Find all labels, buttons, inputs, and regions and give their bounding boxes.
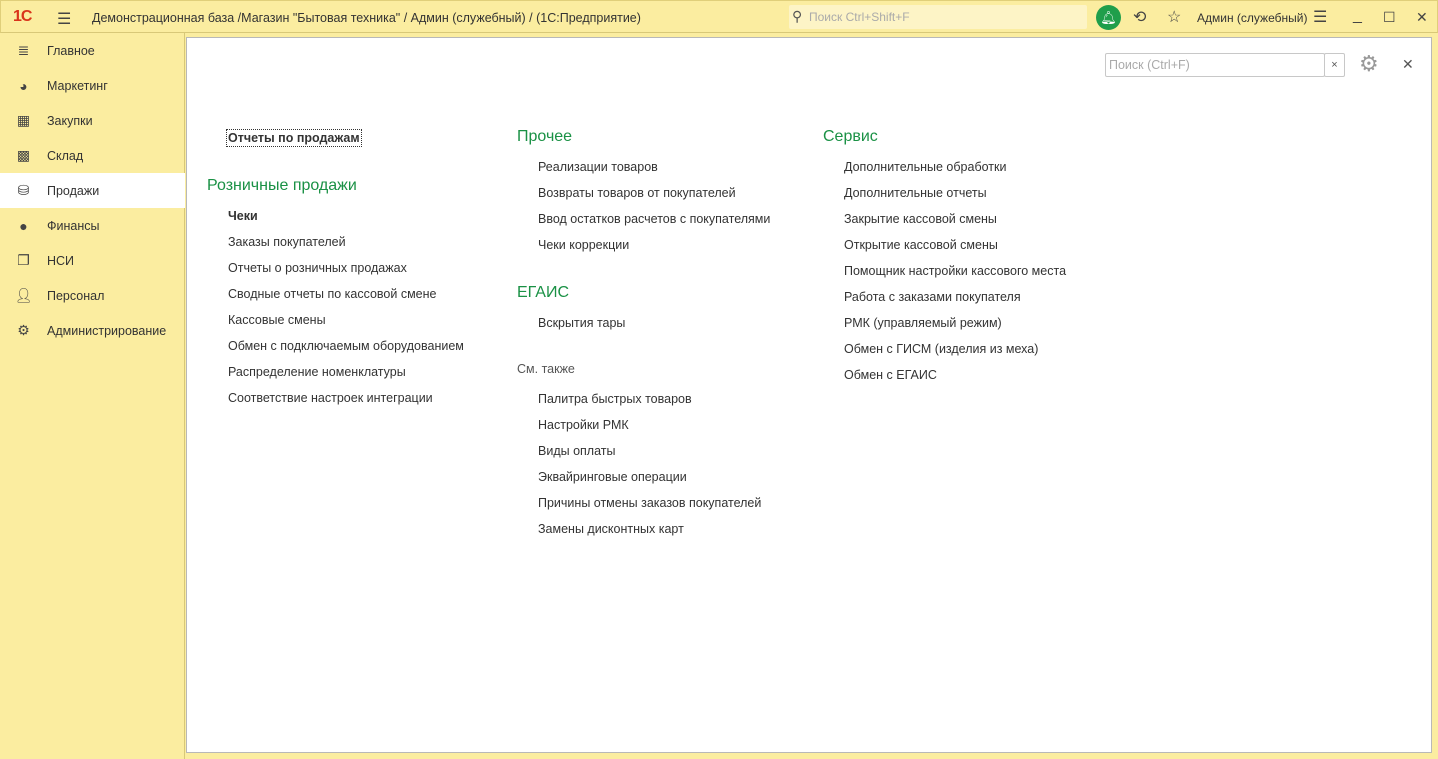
link-item[interactable]: Вскрытия тары bbox=[538, 316, 625, 330]
link-item[interactable]: Дополнительные отчеты bbox=[844, 186, 987, 200]
search-placeholder: Поиск Ctrl+Shift+F bbox=[809, 10, 910, 24]
panel-search-input[interactable]: Поиск (Ctrl+F) bbox=[1105, 53, 1325, 77]
link-item[interactable]: Помощник настройки кассового места bbox=[844, 264, 1066, 278]
sidebar-item-personnel[interactable]: 👤︎ Персонал bbox=[0, 278, 185, 313]
gear-icon: ⚙ bbox=[17, 322, 30, 338]
link-item[interactable]: Замены дисконтных карт bbox=[538, 522, 684, 536]
link-item[interactable]: Чеки bbox=[228, 209, 258, 223]
favorites-star-icon[interactable]: ☆ bbox=[1167, 7, 1181, 27]
link-item[interactable]: Отчеты о розничных продажах bbox=[228, 261, 407, 275]
link-item[interactable]: Возвраты товаров от покупателей bbox=[538, 186, 736, 200]
ruble-icon: ● bbox=[19, 217, 28, 234]
link-item[interactable]: Причины отмены заказов покупателей bbox=[538, 496, 761, 510]
see-also-label: См. также bbox=[517, 362, 575, 376]
link-item[interactable]: Ввод остатков расчетов с покупателями bbox=[538, 212, 770, 226]
link-item[interactable]: РМК (управляемый режим) bbox=[844, 316, 1002, 330]
pie-chart-icon: ◕ bbox=[19, 77, 28, 94]
title-bar: 1С ☰ Демонстрационная база /Магазин "Быт… bbox=[0, 0, 1438, 33]
link-item[interactable]: Чеки коррекции bbox=[538, 238, 629, 252]
history-icon[interactable]: ⟲ bbox=[1133, 7, 1146, 27]
section-panel: Поиск (Ctrl+F) × ⚙ ✕ Отчеты по продажам … bbox=[186, 37, 1432, 753]
menu-icon: ≣ bbox=[17, 42, 30, 58]
link-item[interactable]: Эквайринговые операции bbox=[538, 470, 687, 484]
link-item[interactable]: Обмен с ЕГАИС bbox=[844, 368, 937, 382]
link-item[interactable]: Открытие кассовой смены bbox=[844, 238, 998, 252]
sidebar-item-label: Закупки bbox=[47, 113, 93, 128]
link-item[interactable]: Дополнительные обработки bbox=[844, 160, 1006, 174]
person-icon: 👤︎ bbox=[14, 287, 33, 303]
link-item[interactable]: Реализации товаров bbox=[538, 160, 658, 174]
sidebar-item-label: Администрирование bbox=[47, 323, 167, 338]
link-item[interactable]: Палитра быстрых товаров bbox=[538, 392, 692, 406]
link-item[interactable]: Кассовые смены bbox=[228, 313, 326, 327]
link-item[interactable]: Виды оплаты bbox=[538, 444, 615, 458]
close-panel-button[interactable]: ✕ bbox=[1402, 56, 1414, 73]
link-item[interactable]: Сводные отчеты по кассовой смене bbox=[228, 287, 436, 301]
cart-icon: ▦ bbox=[16, 112, 31, 128]
search-placeholder: Поиск (Ctrl+F) bbox=[1109, 58, 1190, 72]
close-window-button[interactable]: ✕ bbox=[1416, 9, 1428, 26]
sidebar-item-label: Маркетинг bbox=[47, 78, 108, 93]
link-item[interactable]: Обмен с ГИСМ (изделия из меха) bbox=[844, 342, 1038, 356]
heading-retail: Розничные продажи bbox=[207, 177, 357, 194]
sidebar-item-main[interactable]: ≣ Главное bbox=[0, 33, 185, 68]
sidebar-item-warehouse[interactable]: ▩ Склад bbox=[0, 138, 185, 173]
current-user[interactable]: Админ (служебный) bbox=[1197, 11, 1307, 25]
sidebar-item-purchases[interactable]: ▦ Закупки bbox=[0, 103, 185, 138]
sidebar-item-nsi[interactable]: ❐ НСИ bbox=[0, 243, 185, 278]
documents-icon: ❐ bbox=[17, 252, 30, 268]
main-menu-icon[interactable]: ☰ bbox=[57, 9, 71, 29]
sidebar-item-finance[interactable]: ● Финансы bbox=[0, 208, 185, 243]
sections-sidebar: ≣ Главное ◕ Маркетинг ▦ Закупки ▩ Склад ⛁ Про… bbox=[0, 33, 185, 759]
link-item[interactable]: Заказы покупателей bbox=[228, 235, 346, 249]
warehouse-icon: ▩ bbox=[16, 147, 31, 163]
1c-logo: 1С bbox=[13, 8, 32, 25]
link-item[interactable]: Распределение номенклатуры bbox=[228, 365, 406, 379]
settings-gear-icon[interactable]: ⚙ bbox=[1359, 51, 1379, 77]
notifications-bell-icon[interactable]: 🔔︎ bbox=[1096, 5, 1121, 30]
window-title: Демонстрационная база /Магазин "Бытовая … bbox=[92, 11, 641, 25]
link-item[interactable]: Обмен с подключаемым оборудованием bbox=[228, 339, 464, 353]
sidebar-item-sales[interactable]: ⛁ Продажи bbox=[0, 173, 185, 208]
sidebar-item-label: Склад bbox=[47, 148, 84, 163]
global-search-input[interactable]: ⚲ Поиск Ctrl+Shift+F bbox=[789, 5, 1087, 29]
sidebar-item-label: Продажи bbox=[47, 183, 100, 198]
link-item[interactable]: Настройки РМК bbox=[538, 418, 629, 432]
clear-search-button[interactable]: × bbox=[1324, 53, 1345, 77]
sidebar-item-label: Персонал bbox=[47, 288, 105, 303]
minimize-button[interactable]: _ bbox=[1353, 7, 1362, 25]
link-item[interactable]: Соответствие настроек интеграции bbox=[228, 391, 433, 405]
settings-menu-icon[interactable]: ☰ bbox=[1313, 7, 1327, 27]
sidebar-item-label: Главное bbox=[47, 43, 95, 58]
heading-egais: ЕГАИС bbox=[517, 284, 569, 301]
sidebar-item-marketing[interactable]: ◕ Маркетинг bbox=[0, 68, 185, 103]
link-item[interactable]: Закрытие кассовой смены bbox=[844, 212, 997, 226]
link-sales-reports[interactable]: Отчеты по продажам bbox=[226, 129, 362, 147]
sidebar-item-admin[interactable]: ⚙ Администрирование bbox=[0, 313, 185, 348]
basket-icon: ⛁ bbox=[17, 182, 30, 198]
sidebar-item-label: Финансы bbox=[47, 218, 100, 233]
search-icon: ⚲ bbox=[792, 8, 803, 24]
sidebar-item-label: НСИ bbox=[47, 253, 75, 268]
heading-other: Прочее bbox=[517, 128, 573, 145]
heading-service: Сервис bbox=[823, 128, 878, 145]
maximize-button[interactable]: ☐ bbox=[1383, 9, 1396, 26]
link-item[interactable]: Работа с заказами покупателя bbox=[844, 290, 1021, 304]
